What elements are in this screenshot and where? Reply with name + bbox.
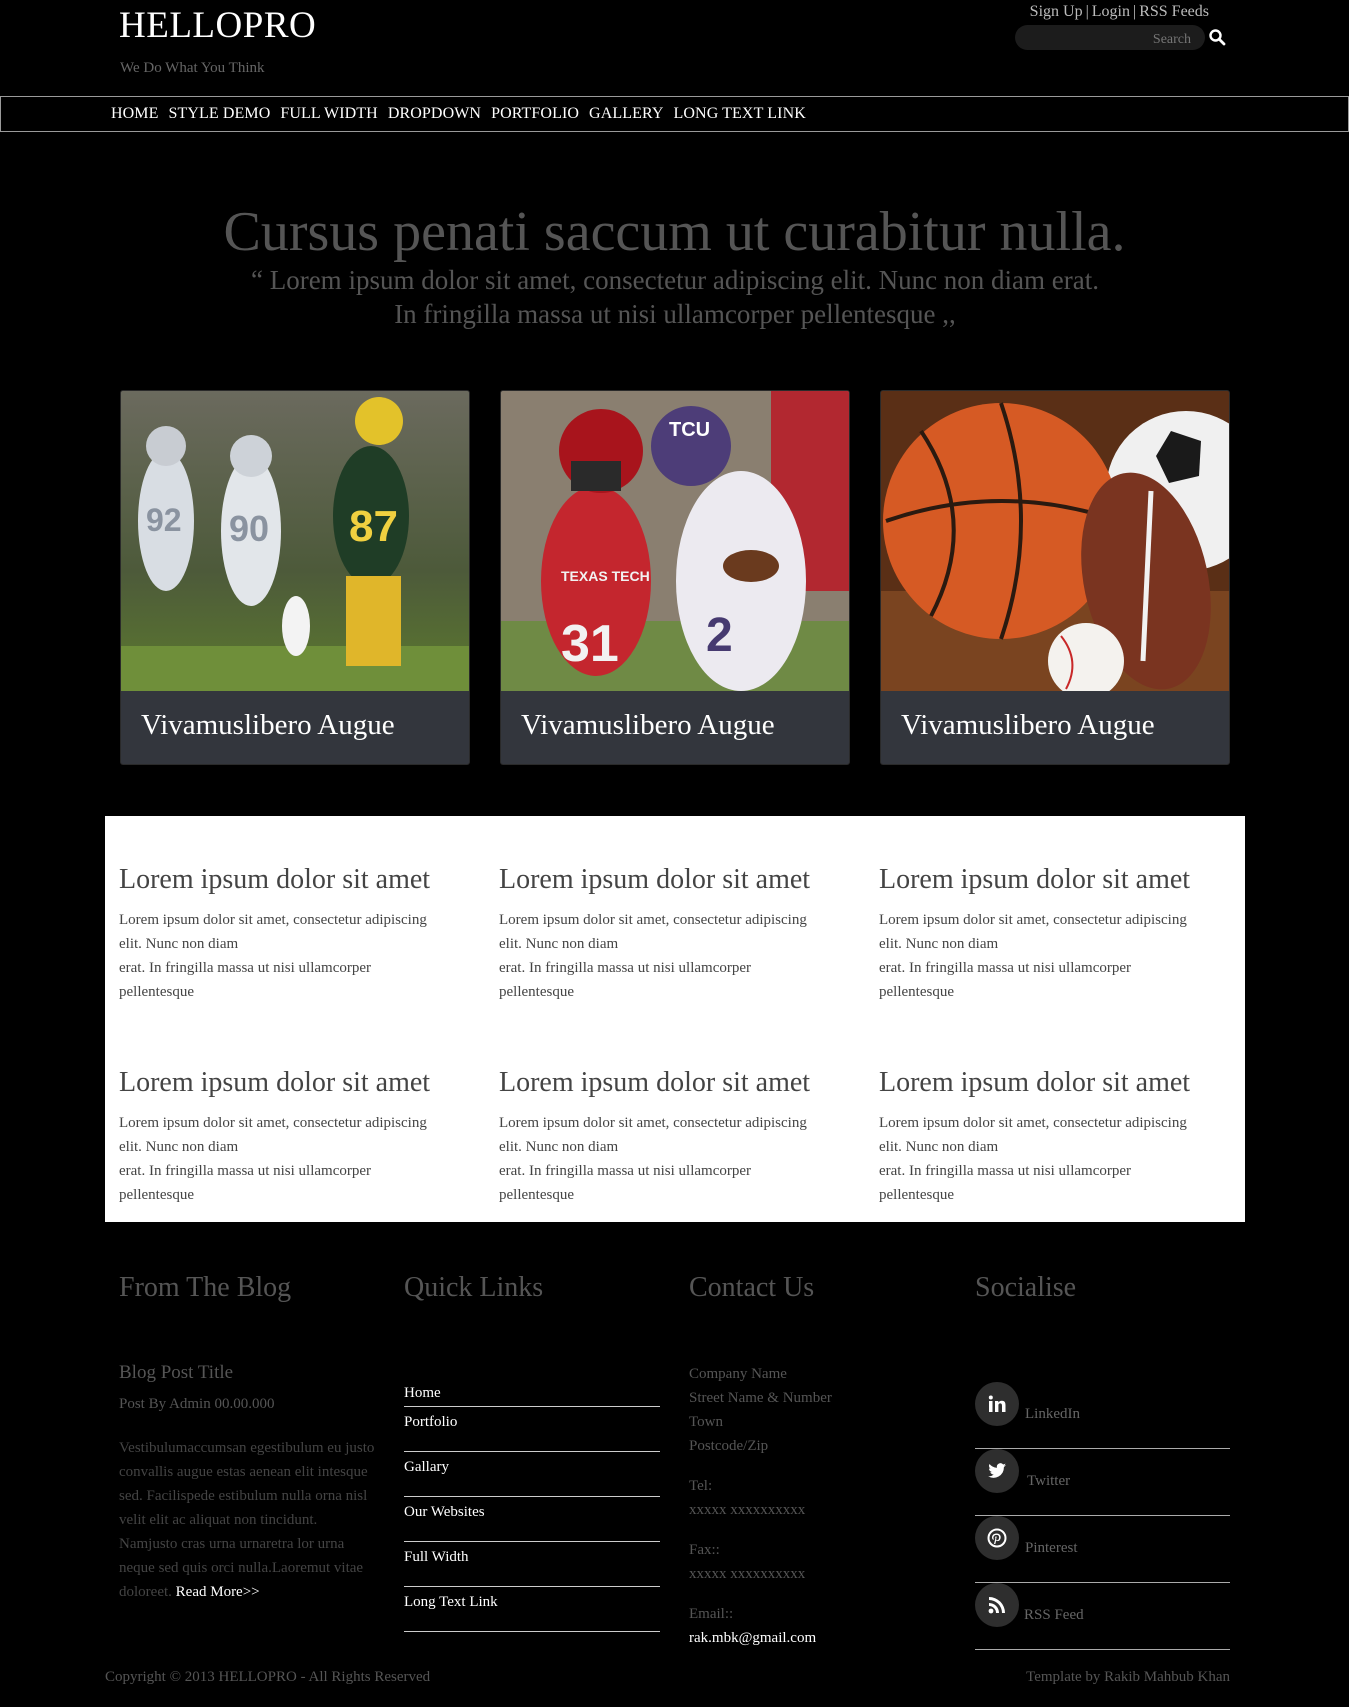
feature-title: Lorem ipsum dolor sit amet [119,864,431,895]
social-pinterest[interactable]: Pinterest [975,1516,1230,1583]
football-players-image: 90 92 87 [121,391,469,691]
contact-email-label: Email:: [689,1606,734,1622]
main-nav: HOME STYLE DEMO FULL WIDTH DROPDOWN PORT… [0,96,1349,132]
feature-card[interactable]: 31 TEXAS TECH TCU 2 Vivamuslibero Augue [500,390,850,765]
feature-block: Lorem ipsum dolor sit amet Lorem ipsum d… [499,1067,849,1207]
rss-feeds-link[interactable]: RSS Feeds [1139,3,1209,20]
nav-gallery[interactable]: GALLERY [589,105,663,123]
quick-link-gallary[interactable]: Gallary [404,1452,660,1497]
feature-text: Lorem ipsum dolor sit amet, consectetur … [119,912,427,1000]
feature-block: Lorem ipsum dolor sit amet Lorem ipsum d… [119,1067,469,1207]
contact-email-link[interactable]: rak.mbk@gmail.com [689,1630,816,1646]
read-more-link[interactable]: Read More>> [176,1584,260,1600]
separator: | [1133,3,1137,20]
feature-block: Lorem ipsum dolor sit amet Lorem ipsum d… [879,864,1229,1004]
social-twitter[interactable]: Twitter [975,1449,1230,1516]
card-caption: Vivamuslibero Augue [901,709,1155,741]
feature-block: Lorem ipsum dolor sit amet Lorem ipsum d… [119,864,469,1004]
contact-tel: xxxxx xxxxxxxxxx [689,1502,806,1518]
contact-street: Street Name & Number [689,1390,832,1406]
social-list: LinkedIn Twitter Pinterest RSS Feed [975,1382,1230,1650]
svg-text:TEXAS TECH: TEXAS TECH [561,568,650,584]
feature-text: Lorem ipsum dolor sit amet, consectetur … [119,1115,427,1203]
svg-text:2: 2 [706,609,733,662]
blog-excerpt-text: Vestibulumaccumsan egestibulum eu justo … [119,1440,375,1600]
blog-post-excerpt: Vestibulumaccumsan egestibulum eu justo … [119,1436,379,1604]
contact-town: Town [689,1414,723,1430]
blog-post-meta: Post By Admin 00.00.000 [119,1396,275,1412]
feature-card[interactable]: Vivamuslibero Augue [880,390,1230,765]
social-label: RSS Feed [1024,1607,1084,1623]
feature-title: Lorem ipsum dolor sit amet [879,864,1191,895]
nav-portfolio[interactable]: PORTFOLIO [491,105,579,123]
feature-title: Lorem ipsum dolor sit amet [499,1067,811,1098]
contact-fax-label: Fax:: [689,1542,720,1558]
quick-link-home[interactable]: Home [404,1380,660,1407]
nav-full-width[interactable]: FULL WIDTH [280,105,377,123]
separator: | [1085,3,1089,20]
feature-block: Lorem ipsum dolor sit amet Lorem ipsum d… [879,1067,1229,1207]
social-label: Twitter [1027,1473,1071,1489]
nav-home[interactable]: HOME [111,105,159,123]
site-tagline: We Do What You Think [120,60,265,76]
contact-block: Company Name Street Name & Number Town P… [689,1362,949,1650]
template-credit: Template by Rakib Mahbub Khan [1026,1669,1230,1685]
rss-icon [975,1583,1019,1627]
svg-text:TCU: TCU [669,419,710,441]
social-linkedin[interactable]: LinkedIn [975,1382,1230,1449]
card-caption: Vivamuslibero Augue [141,709,395,741]
feature-title: Lorem ipsum dolor sit amet [119,1067,431,1098]
feature-title: Lorem ipsum dolor sit amet [879,1067,1191,1098]
quick-link-portfolio[interactable]: Portfolio [404,1407,660,1452]
pinterest-icon [975,1516,1019,1560]
site-logo[interactable]: HELLOPRO [119,4,316,47]
quick-link-full-width[interactable]: Full Width [404,1542,660,1587]
footer-heading-blog: From The Blog [119,1272,292,1303]
search-input[interactable] [1015,25,1205,50]
feature-text: Lorem ipsum dolor sit amet, consectetur … [499,912,807,1000]
svg-text:90: 90 [229,508,269,549]
features-section: Lorem ipsum dolor sit amet Lorem ipsum d… [105,816,1245,1222]
card-caption: Vivamuslibero Augue [521,709,775,741]
feature-title: Lorem ipsum dolor sit amet [499,864,811,895]
login-link[interactable]: Login [1092,3,1130,20]
contact-company: Company Name [689,1366,787,1382]
footer-heading-quick-links: Quick Links [404,1272,544,1303]
contact-fax: xxxxx xxxxxxxxxx [689,1566,806,1582]
feature-block: Lorem ipsum dolor sit amet Lorem ipsum d… [499,864,849,1004]
quick-links-list: Home Portfolio Gallary Our Websites Full… [404,1380,660,1632]
hero-quote: “ Lorem ipsum dolor sit amet, consectetu… [250,265,1100,329]
football-tackle-image: 31 TEXAS TECH TCU 2 [501,391,849,691]
social-label: Pinterest [1025,1540,1078,1556]
feature-text: Lorem ipsum dolor sit amet, consectetur … [499,1115,807,1203]
search-icon[interactable] [1208,28,1226,46]
contact-postcode: Postcode/Zip [689,1438,769,1454]
svg-text:31: 31 [561,615,619,673]
footer-heading-socialise: Socialise [975,1272,1077,1303]
feature-text: Lorem ipsum dolor sit amet, consectetur … [879,912,1187,1000]
footer-heading-contact: Contact Us [689,1272,815,1303]
contact-tel-label: Tel: [689,1478,713,1494]
quick-link-long-text[interactable]: Long Text Link [404,1587,660,1632]
nav-long-text-link[interactable]: LONG TEXT LINK [674,105,806,123]
blog-post-title[interactable]: Blog Post Title [119,1362,233,1384]
linkedin-icon [975,1382,1019,1426]
social-label: LinkedIn [1025,1406,1080,1422]
signup-link[interactable]: Sign Up [1030,3,1083,20]
nav-style-demo[interactable]: STYLE DEMO [169,105,271,123]
top-links: Sign Up | Login | RSS Feeds [1030,3,1209,21]
feature-card[interactable]: 90 92 87 Vivamuslibero Augue [120,390,470,765]
nav-dropdown[interactable]: DROPDOWN [388,105,481,123]
sports-balls-image [881,391,1229,691]
copyright: Copyright © 2013 HELLOPRO - All Rights R… [105,1669,431,1685]
svg-text:92: 92 [146,502,182,538]
social-rss[interactable]: RSS Feed [975,1583,1230,1650]
svg-text:87: 87 [349,502,398,551]
hero-title: Cursus penati saccum ut curabitur nulla. [223,201,1126,263]
twitter-icon [975,1449,1019,1493]
feature-text: Lorem ipsum dolor sit amet, consectetur … [879,1115,1187,1203]
quick-link-our-websites[interactable]: Our Websites [404,1497,660,1542]
